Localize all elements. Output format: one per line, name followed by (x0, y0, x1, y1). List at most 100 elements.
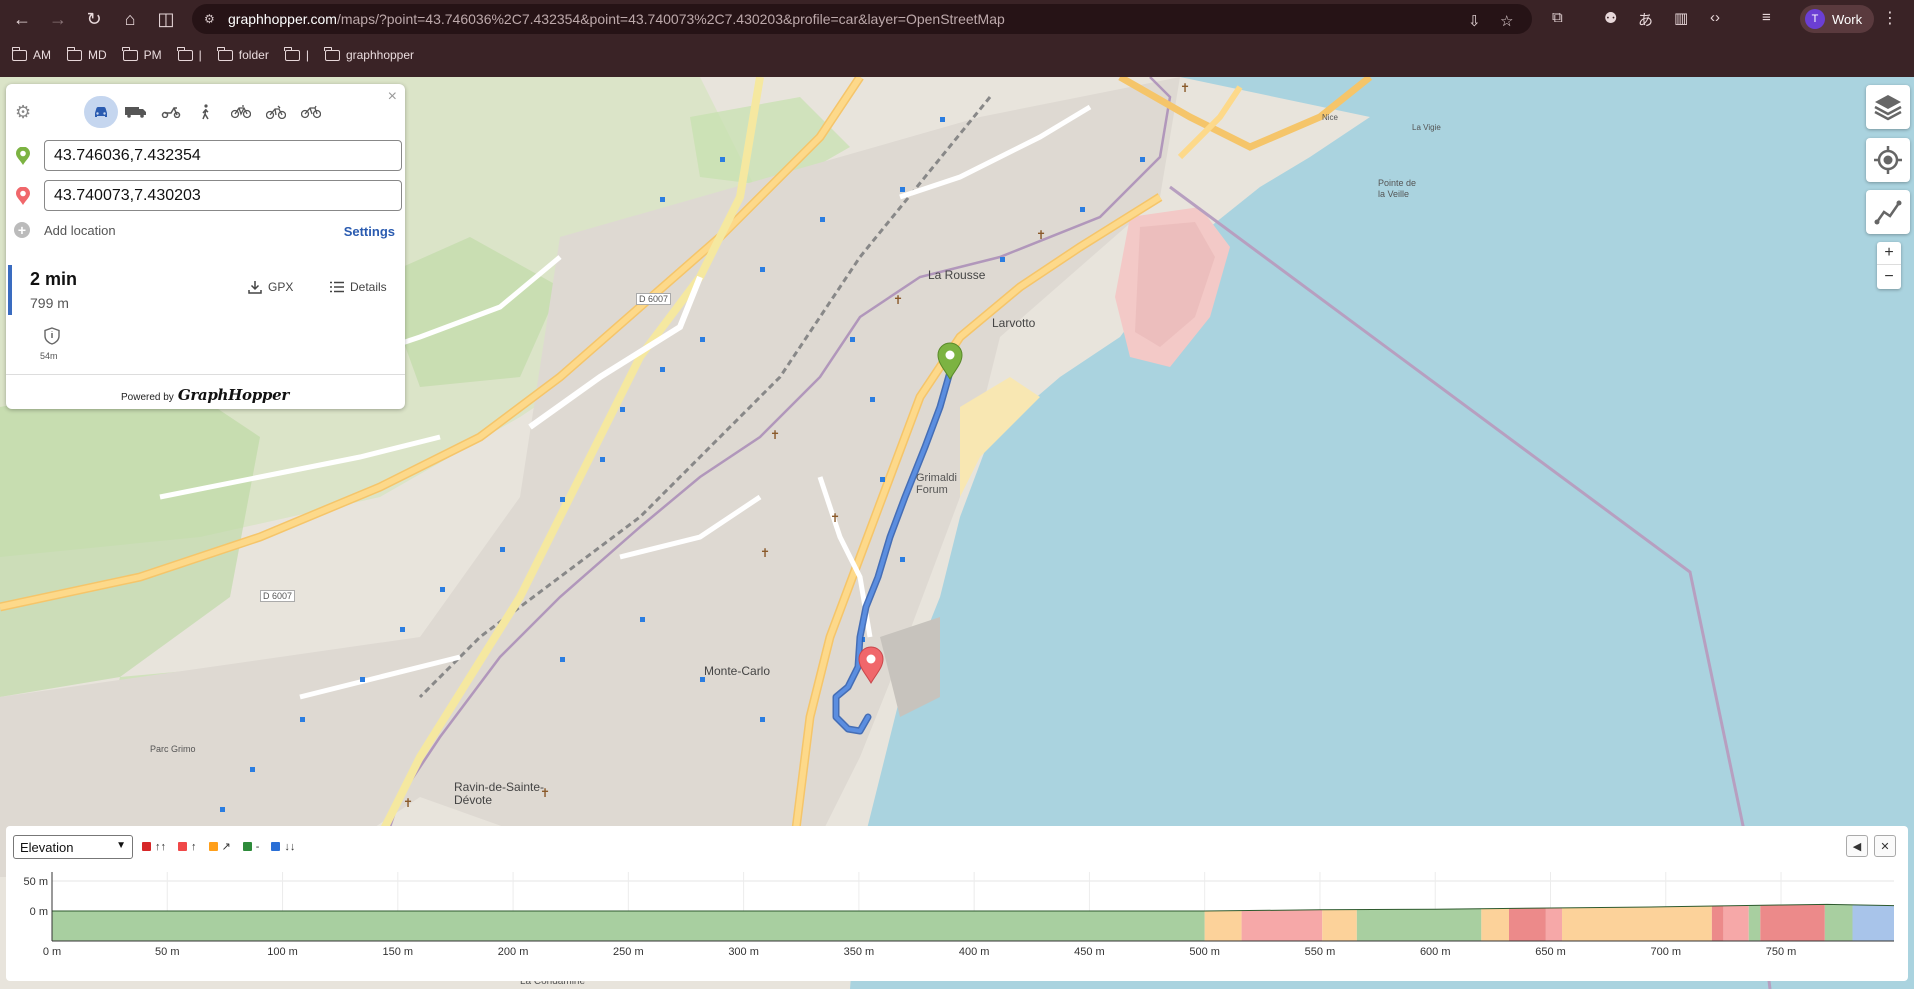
plus-icon: + (14, 222, 30, 238)
toll-value: 54m (40, 351, 58, 361)
legend-item: ↑↑ (142, 841, 166, 853)
browser-chrome: ← → ↻ ⌂ ◫ ⚙ graphhopper.com/maps/?point=… (0, 0, 1914, 77)
x-tick-label: 150 m (383, 946, 414, 958)
map-label-la-rousse: La Rousse (928, 268, 986, 282)
menu-icon[interactable]: ⋮ (1882, 8, 1898, 28)
map-label-larvotto: Larvotto (992, 316, 1036, 330)
mountain-bike-icon[interactable] (259, 96, 293, 128)
list-icon (330, 281, 344, 293)
elevation-segment (1711, 905, 1724, 941)
map-label-grimaldi: Grimaldi Forum (916, 472, 957, 496)
split-view-icon[interactable]: ◫ (148, 1, 184, 37)
truck-icon[interactable] (119, 96, 153, 128)
legend-item: ↓↓ (271, 841, 295, 853)
legend-item: - (242, 841, 259, 853)
route-summary[interactable]: 2 min 799 m GPX Details 54m (8, 265, 403, 369)
sidebar-icon[interactable]: ▥ (1674, 9, 1688, 27)
svg-text:✝: ✝ (770, 428, 780, 442)
home-icon[interactable]: ⌂ (112, 1, 148, 37)
bookmarks-bar: AM MD PM | folder | graphhopper (0, 44, 1914, 66)
site-info-icon[interactable]: ⚙ (204, 12, 218, 26)
elevation-chart[interactable]: 50 m 0 m 0 m 50 m 100 m 150 m 200 m 250 m 300 m 3… (6, 866, 1908, 981)
back-icon[interactable]: ← (4, 1, 40, 37)
x-tick-label: 500 m (1189, 946, 1220, 958)
gpx-label: GPX (268, 280, 294, 294)
zoom-out-button[interactable]: − (1877, 265, 1901, 288)
from-location-input[interactable] (44, 140, 402, 171)
bookmark-folder-pm[interactable]: PM (122, 46, 162, 62)
to-location-input[interactable] (44, 180, 402, 211)
x-tick-label: 650 m (1535, 946, 1566, 958)
racing-bike-icon[interactable] (294, 96, 328, 128)
collapse-button[interactable]: ◀ (1846, 835, 1868, 857)
from-location-row (12, 140, 402, 172)
svg-text:✝: ✝ (893, 293, 903, 307)
legend-item: ↑ (178, 841, 197, 853)
bookmark-folder-folder[interactable]: folder (217, 46, 269, 62)
bookmark-folder-md[interactable]: MD (66, 46, 107, 62)
download-icon (248, 281, 262, 294)
details-label: Details (350, 280, 387, 294)
url-path: /maps/?point=43.746036%2C7.432354&point=… (336, 11, 1005, 27)
scooter-icon[interactable] (154, 96, 188, 128)
elevation-detail-select[interactable]: Elevation ▼ (13, 835, 133, 859)
walk-icon[interactable] (189, 96, 223, 128)
close-icon[interactable]: × (388, 88, 397, 106)
folder-icon (66, 46, 82, 61)
locate-button[interactable] (1866, 138, 1910, 182)
layers-icon (1874, 95, 1902, 121)
url-host: graphhopper.com (228, 11, 337, 27)
route-time: 2 min (30, 269, 78, 289)
y-tick-label: 0 m (30, 906, 48, 918)
bookmark-folder-graphhopper[interactable]: graphhopper (324, 46, 414, 62)
legend-swatch (208, 842, 218, 851)
bookmark-star-icon[interactable]: ☆ (1500, 12, 1513, 30)
zoom-control: + − (1877, 242, 1901, 289)
x-tick-label: 300 m (728, 946, 759, 958)
y-tick-label: 50 m (24, 876, 48, 888)
reading-list-icon[interactable]: ≡ (1762, 9, 1771, 26)
reload-icon[interactable]: ↻ (76, 1, 112, 37)
folder-icon (11, 46, 27, 61)
add-location-button[interactable]: + Add location (14, 222, 116, 238)
x-tick-label: 50 m (155, 946, 179, 958)
extensions-icon[interactable]: ⧉ (1552, 9, 1563, 26)
install-icon[interactable]: ⇩ (1468, 12, 1481, 30)
elevation-segment (1356, 908, 1482, 941)
elevation-toggle-button[interactable] (1866, 190, 1910, 234)
zoom-in-button[interactable]: + (1877, 242, 1901, 265)
x-tick-label: 350 m (844, 946, 875, 958)
svg-text:✝: ✝ (403, 796, 413, 810)
gear-icon[interactable]: ⚙ (15, 102, 31, 123)
x-tick-label: 550 m (1305, 946, 1336, 958)
legend-swatch (242, 842, 252, 851)
layers-button[interactable] (1866, 85, 1910, 129)
settings-link[interactable]: Settings (344, 224, 395, 239)
x-tick-label: 600 m (1420, 946, 1451, 958)
bike-icon[interactable] (224, 96, 258, 128)
map-label-nice: Nice (1322, 113, 1339, 122)
elevation-segment (1824, 904, 1853, 941)
folder-icon (122, 46, 138, 61)
powered-by[interactable]: Powered by GraphHopper (121, 386, 289, 404)
bookmark-folder-sep2[interactable]: | (284, 46, 309, 62)
address-bar[interactable]: ⚙ graphhopper.com/maps/?point=43.746036%… (192, 4, 1532, 34)
forward-icon[interactable]: → (40, 1, 76, 37)
car-icon[interactable] (84, 96, 118, 128)
bookmark-folder-sep1[interactable]: | (177, 46, 202, 62)
legend-swatch (271, 842, 281, 851)
gpx-export-button[interactable]: GPX (248, 280, 293, 294)
profile-button[interactable]: T Work (1800, 5, 1874, 33)
elevation-legend: ↑↑ ↑ ↗ - ↓↓ (142, 840, 307, 853)
elevation-segment (1204, 910, 1242, 941)
profile-name: Work (1832, 11, 1863, 27)
devtools-icon[interactable]: ‹› (1710, 9, 1720, 26)
add-location-label: Add location (44, 222, 116, 238)
close-button[interactable]: ✕ (1874, 835, 1896, 857)
elevation-segment (52, 911, 1205, 941)
toll-shield-icon (44, 327, 60, 345)
translate-icon[interactable]: あ (1638, 9, 1653, 30)
details-button[interactable]: Details (330, 280, 387, 294)
incognito-icon[interactable]: ⚉ (1604, 9, 1617, 27)
bookmark-folder-am[interactable]: AM (11, 46, 51, 62)
